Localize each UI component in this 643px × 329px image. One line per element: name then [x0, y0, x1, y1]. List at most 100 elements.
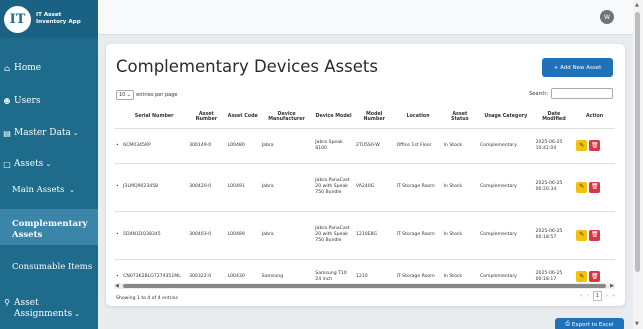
column-header[interactable]: Device Model — [313, 106, 354, 128]
trash-icon[interactable]: 🗑 — [589, 181, 601, 193]
entries-per-page: 10 ⌄ entries per page — [116, 90, 177, 100]
sidebar-item-label: Home — [14, 63, 42, 73]
cell-asset-number: 300420-0 — [187, 162, 226, 211]
page-current-button[interactable]: 1 — [592, 291, 602, 301]
pencil-icon[interactable]: ✎ — [576, 271, 588, 283]
toggle-column-header — [114, 106, 121, 128]
column-header[interactable]: Asset Status — [442, 106, 478, 128]
app-name-line2: Inventory App — [36, 19, 81, 25]
pencil-icon[interactable]: ✎ — [576, 181, 588, 193]
column-header[interactable]: Location — [395, 106, 442, 128]
sidebar-item-label: Complementary — [12, 219, 88, 229]
column-header[interactable]: Model Number — [354, 106, 395, 128]
cell-location: IT Storage Room — [394, 162, 442, 211]
database-icon: ▤ — [3, 128, 11, 138]
cell-serial: J3LMQ9023458 — [121, 162, 188, 211]
horizontal-scrollbar[interactable]: ◀ ▶ — [114, 283, 615, 289]
chevron-down-icon: ⌄ — [72, 129, 79, 137]
search-input[interactable] — [551, 88, 613, 99]
users-icon: ☻ — [3, 96, 11, 106]
scroll-left-icon[interactable]: ◀ — [115, 283, 119, 289]
vertical-scrollbar[interactable]: ▲ ▼ — [633, 0, 643, 329]
cell-model: Jabra PanaCast 20 with Speak 750 Bundle — [313, 210, 354, 259]
column-header[interactable]: Device Manufacturer — [260, 106, 313, 128]
scrollbar-thumb[interactable] — [123, 284, 606, 288]
chevron-down-icon: ⌄ — [126, 92, 132, 98]
column-header[interactable]: Usage Category — [478, 106, 534, 128]
table-header-row: Serial Number Asset Number Asset Code De… — [114, 106, 615, 128]
table-row[interactable]: • 5D4N1DQ38345 300403-0 L00489 Jabra Jab… — [114, 210, 615, 259]
table-row[interactable]: • J3LMQ9023458 300420-0 L00491 Jabra Jab… — [114, 162, 615, 211]
sidebar-item-complementary-assets[interactable]: Complementary Assets — [0, 209, 98, 245]
trash-icon[interactable]: 🗑 — [589, 140, 601, 151]
cell-date: 2025-06-25 00:20:34 — [533, 162, 575, 211]
assets-card: Complementary Devices Assets + Add New A… — [106, 44, 625, 306]
sidebar: IT IT Asset Inventory App ⌂ Home ☻ Users… — [0, 0, 98, 329]
scroll-up-icon[interactable]: ▲ — [635, 2, 639, 8]
export-to-excel-button[interactable]: ⎙ Export to Excel — [555, 318, 624, 329]
search-label: Search: — [529, 90, 548, 97]
app-name: IT Asset Inventory App — [36, 12, 81, 26]
row-toggle[interactable]: • — [114, 127, 122, 163]
scrollbar-thumb[interactable] — [635, 12, 640, 272]
page-prev-button[interactable]: ‹ — [587, 293, 589, 299]
sidebar-item-master-data[interactable]: ▤ Master Data ⌄ — [0, 125, 98, 141]
entries-select[interactable]: 10 ⌄ — [116, 90, 135, 100]
app-root: IT IT Asset Inventory App ⌂ Home ☻ Users… — [0, 0, 643, 329]
sidebar-item-consumable-items[interactable]: Consumable Items — [0, 262, 98, 276]
sidebar-item-asset-assignments[interactable]: ⚲ Asset Assignments ⌄ — [0, 298, 98, 328]
page-next-button[interactable]: › — [606, 293, 608, 299]
column-header[interactable]: Asset Code — [226, 106, 260, 128]
home-icon: ⌂ — [3, 63, 11, 73]
cell-date: 2025-06-25 00:18:57 — [533, 210, 575, 259]
column-header[interactable]: Date Modified — [534, 106, 575, 128]
cell-location: IT Storage Room — [394, 210, 442, 259]
entries-label: entries per page — [136, 92, 178, 98]
column-header[interactable]: Asset Number — [187, 106, 226, 128]
sidebar-item-label: Assets — [14, 159, 44, 169]
cell-status: In Stock — [441, 210, 478, 259]
pencil-icon[interactable]: ✎ — [576, 229, 588, 241]
sidebar-item-home[interactable]: ⌂ Home — [0, 60, 98, 76]
add-new-asset-button[interactable]: + Add New Asset — [542, 58, 613, 77]
scroll-right-icon[interactable]: ▶ — [610, 283, 614, 289]
sidebar-item-assets[interactable]: □ Assets ⌄ — [0, 156, 98, 172]
cell-date: 2025-06-25 10:41:04 — [533, 127, 575, 163]
table-info: Showing 1 to 4 of 4 entries — [116, 296, 178, 301]
cell-asset-number: 300149-0 — [187, 127, 226, 163]
page-first-button[interactable]: « — [580, 293, 583, 299]
app-name-line1: IT Asset — [36, 12, 62, 18]
page-last-button[interactable]: » — [612, 293, 615, 299]
column-header[interactable]: Serial Number — [121, 106, 187, 128]
avatar[interactable]: W — [600, 10, 614, 24]
assets-table: Serial Number Asset Number Asset Code De… — [114, 106, 615, 294]
search-group: Search: — [529, 88, 613, 99]
logo-text: IT — [9, 11, 26, 27]
cell-serial: 6CM0345KP — [121, 127, 188, 163]
chevron-down-icon: ⌄ — [45, 160, 52, 168]
trash-icon[interactable]: 🗑 — [589, 229, 601, 241]
table-row[interactable]: • 6CM0345KP 300149-0 L00480 Jabra Jabra … — [114, 127, 615, 163]
pencil-icon[interactable]: ✎ — [576, 140, 588, 151]
cell-location: Office 1st Floor — [394, 127, 442, 163]
cell-manufacturer: Jabra — [259, 210, 314, 259]
row-toggle[interactable]: • — [114, 210, 122, 259]
cell-model-number: VA240G — [353, 162, 395, 211]
cell-asset-number: 300403-0 — [187, 210, 226, 259]
sidebar-item-main-assets[interactable]: Main Assets ⌄ — [0, 185, 98, 199]
sidebar-item-label: Assignments — [14, 309, 73, 319]
sidebar-item-label: Users — [14, 96, 41, 106]
chevron-down-icon: ⌄ — [74, 310, 80, 318]
cell-status: In Stock — [441, 127, 478, 163]
row-toggle[interactable]: • — [114, 162, 122, 211]
cell-model: Jabra PanaCast 20 with Speak 750 Bundle — [313, 162, 354, 211]
sidebar-item-users[interactable]: ☻ Users — [0, 93, 98, 109]
scroll-down-icon[interactable]: ▼ — [635, 321, 639, 327]
brand[interactable]: IT IT Asset Inventory App — [0, 0, 98, 38]
cell-model-number: 1210E8G — [353, 210, 395, 259]
cell-model: Jabra Speak 8100 — [313, 127, 354, 163]
export-label: Export to Excel — [571, 321, 614, 328]
cell-asset-code: L00480 — [225, 127, 260, 163]
trash-icon[interactable]: 🗑 — [589, 271, 601, 283]
sidebar-item-label: Assets — [12, 230, 43, 240]
